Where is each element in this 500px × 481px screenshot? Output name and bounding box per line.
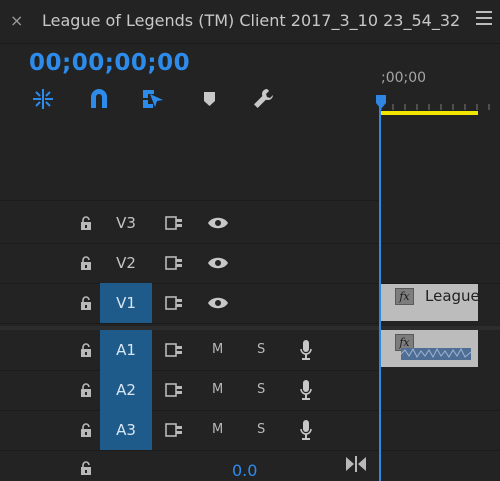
playhead-line[interactable] — [379, 96, 381, 481]
track-row-v2: V2 — [0, 243, 378, 284]
video-clip-label: League — [425, 287, 480, 305]
mute-track-button[interactable]: M — [212, 382, 223, 397]
solo-track-button[interactable]: S — [257, 422, 265, 437]
ruler-start-timecode: ;00;00 — [381, 70, 427, 86]
mute-track-button[interactable]: M — [212, 422, 223, 437]
linked-selection-icon[interactable] — [140, 86, 166, 112]
toggle-output-eye-icon[interactable] — [207, 256, 229, 270]
timeline-row-v2[interactable] — [381, 243, 500, 284]
wrench-settings-icon[interactable] — [250, 86, 276, 112]
voice-over-record-icon[interactable] — [299, 379, 313, 401]
voice-over-record-icon[interactable] — [299, 339, 313, 361]
audio-clip[interactable]: fx — [381, 330, 478, 367]
audio-waveform — [401, 347, 471, 360]
voice-over-record-icon[interactable] — [299, 419, 313, 441]
track-row-v1: V1 — [0, 283, 378, 324]
track-row-a1: A1 M S — [0, 330, 378, 371]
lock-toggle-icon[interactable] — [79, 342, 93, 358]
track-name-a3[interactable]: A3 — [100, 410, 152, 450]
master-volume-value[interactable]: 0.0 — [232, 461, 257, 480]
track-row-v3: V3 — [0, 203, 378, 244]
mute-track-button[interactable]: M — [212, 342, 223, 357]
fx-badge: fx — [395, 288, 414, 305]
track-row-a2: A2 M S — [0, 370, 378, 411]
time-ruler[interactable] — [380, 96, 500, 112]
toggle-output-eye-icon[interactable] — [207, 216, 229, 230]
sync-lock-icon[interactable] — [165, 342, 185, 358]
sync-lock-icon[interactable] — [165, 215, 185, 231]
sync-lock-icon[interactable] — [165, 295, 185, 311]
track-name-a1[interactable]: A1 — [100, 330, 152, 370]
timeline-row-a3[interactable] — [381, 410, 500, 451]
lock-toggle-icon[interactable] — [79, 460, 93, 476]
solo-track-button[interactable]: S — [257, 382, 265, 397]
sync-lock-icon[interactable] — [165, 422, 185, 438]
lock-toggle-icon[interactable] — [79, 382, 93, 398]
track-name-v3[interactable]: V3 — [100, 203, 152, 243]
lock-toggle-icon[interactable] — [79, 295, 93, 311]
sequence-tab-title[interactable]: League of Legends (TM) Client 2017_3_10 … — [42, 11, 460, 30]
timeline-row-v3[interactable] — [381, 203, 500, 244]
solo-track-button[interactable]: S — [257, 342, 265, 357]
sync-lock-icon[interactable] — [165, 382, 185, 398]
timeline-row-a2[interactable] — [381, 370, 500, 411]
video-clip[interactable]: fx League — [381, 284, 480, 321]
magnet-snap-icon[interactable] — [86, 86, 112, 112]
track-name-v1[interactable]: V1 — [100, 283, 152, 323]
lock-toggle-icon[interactable] — [79, 215, 93, 231]
lock-toggle-icon[interactable] — [79, 422, 93, 438]
track-area-top-border — [0, 200, 378, 201]
work-area-bar[interactable] — [381, 111, 478, 115]
playhead-timecode[interactable]: 00;00;00;00 — [29, 50, 190, 76]
toggle-output-eye-icon[interactable] — [207, 296, 229, 310]
lock-toggle-icon[interactable] — [79, 255, 93, 271]
track-row-a3: A3 M S — [0, 410, 378, 451]
playhead-handle[interactable] — [375, 95, 387, 109]
close-panel-icon[interactable]: × — [10, 11, 23, 30]
track-name-a2[interactable]: A2 — [100, 370, 152, 410]
add-marker-icon[interactable] — [196, 86, 222, 112]
header-divider — [0, 43, 500, 44]
master-track-row — [0, 451, 378, 481]
insert-snap-icon[interactable] — [30, 86, 56, 112]
sync-lock-icon[interactable] — [165, 255, 185, 271]
track-name-v2[interactable]: V2 — [100, 243, 152, 283]
go-to-end-icon[interactable] — [345, 455, 367, 473]
hamburger-menu-icon[interactable] — [476, 11, 492, 29]
